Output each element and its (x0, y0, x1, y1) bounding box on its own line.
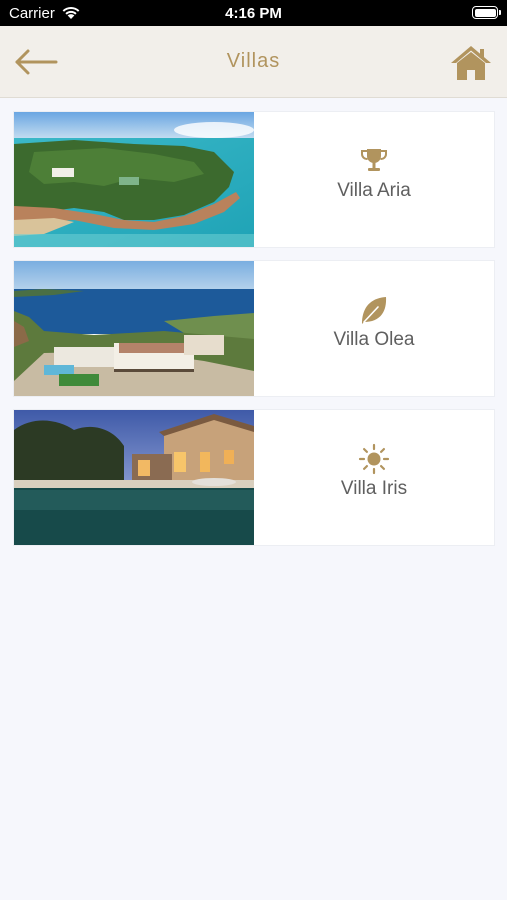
villa-aria-info: Villa Aria (254, 112, 494, 247)
navigation-bar: Villas (0, 26, 507, 98)
home-icon[interactable] (449, 43, 493, 83)
status-time: 4:16 PM (225, 5, 282, 22)
villa-name: Villa Iris (340, 478, 408, 499)
battery-icon (472, 6, 501, 19)
page-title: Villas (226, 50, 281, 72)
villa-name: Villa Aria (337, 180, 411, 201)
villa-olea-info: Villa Olea (254, 261, 494, 396)
villa-aria-photo (14, 112, 254, 247)
trophy-icon (360, 149, 388, 171)
villa-card-iris[interactable]: Villa Iris (14, 410, 494, 545)
leaf-icon (362, 297, 387, 324)
villa-iris-photo (14, 410, 254, 545)
villa-olea-photo (14, 261, 254, 396)
villa-iris-info: Villa Iris (254, 410, 494, 545)
villa-card-olea[interactable]: Villa Olea (14, 261, 494, 396)
villa-card-aria[interactable]: Villa Aria (14, 112, 494, 247)
sun-icon (358, 443, 390, 475)
status-bar: Carrier 4:16 PM (0, 0, 507, 26)
villa-name: Villa Olea (333, 329, 415, 350)
